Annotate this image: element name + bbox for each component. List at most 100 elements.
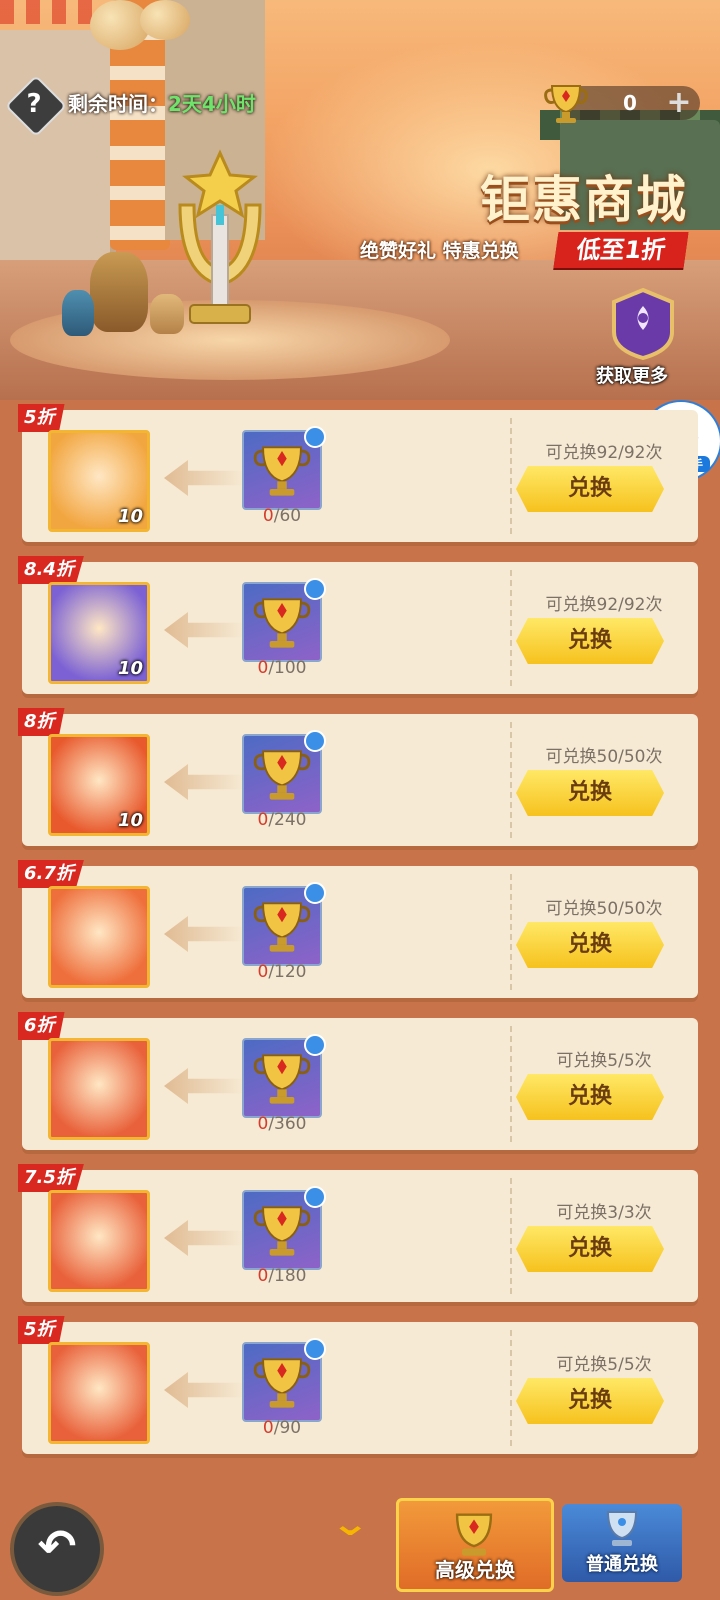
clock-icon bbox=[304, 1034, 326, 1056]
owned-count: 0 bbox=[257, 962, 269, 982]
owned-count: 0 bbox=[262, 506, 274, 526]
divider bbox=[510, 1178, 512, 1294]
get-more-icon[interactable] bbox=[608, 288, 678, 360]
purple-orb-icon[interactable] bbox=[48, 1190, 150, 1292]
required-count: /60 bbox=[273, 506, 302, 526]
crystal-sword-icon[interactable] bbox=[48, 886, 150, 988]
cost-progress: 0/240 bbox=[244, 810, 320, 830]
divider bbox=[510, 570, 512, 686]
trophy-cost-icon[interactable] bbox=[242, 730, 326, 814]
item-quantity: 10 bbox=[117, 658, 143, 679]
exchange-limit: 可兑换50/50次 bbox=[545, 899, 663, 919]
remaining-time: 剩余时间：2天4小时 bbox=[68, 88, 256, 117]
cost-progress: 0/100 bbox=[244, 658, 320, 678]
pink-orb-icon[interactable] bbox=[48, 1038, 150, 1140]
item-quantity: 10 bbox=[117, 506, 143, 527]
discount-tag: 7.5折 bbox=[18, 1164, 84, 1192]
clock-icon bbox=[304, 1338, 326, 1360]
exchange-list: 5折 10 0/60 可兑换92/92次 兑换 8.4折 10 0/100 可兑换92/92次兑… bbox=[18, 404, 698, 1474]
required-count: /240 bbox=[268, 810, 307, 830]
exchange-limit: 可兑换92/92次 bbox=[545, 595, 663, 615]
timer-value: 2天4小时 bbox=[168, 92, 256, 116]
cost-progress: 0/60 bbox=[244, 506, 320, 526]
hologram-box-icon[interactable]: 10 bbox=[48, 734, 150, 836]
list-item: 6.7折 0/120 可兑换50/50次兑换 bbox=[18, 860, 698, 998]
cost-progress: 0/360 bbox=[244, 1114, 320, 1134]
clock-icon bbox=[304, 426, 326, 448]
trophy-cost-icon[interactable] bbox=[242, 426, 326, 510]
clock-icon bbox=[304, 578, 326, 600]
vase bbox=[90, 252, 148, 332]
list-item: 8折 10 0/240 可兑换50/50次 兑换 bbox=[18, 708, 698, 846]
trophy-cost-icon[interactable] bbox=[242, 1338, 326, 1422]
required-count: /100 bbox=[268, 658, 307, 678]
exchange-arrow-icon bbox=[164, 612, 244, 648]
discount-tag: 6.7折 bbox=[18, 860, 84, 888]
clock-icon bbox=[304, 882, 326, 904]
exchange-button[interactable]: 兑换 bbox=[516, 1074, 664, 1120]
discount-tag: 5折 bbox=[18, 1316, 65, 1344]
tab-advanced-label: 高级兑换 bbox=[435, 1558, 515, 1582]
exchange-arrow-icon bbox=[164, 916, 244, 952]
discount-tag: 8折 bbox=[18, 708, 65, 736]
silver-chest-icon[interactable] bbox=[48, 1342, 150, 1444]
owned-count: 0 bbox=[257, 658, 269, 678]
exchange-button[interactable]: 兑换 bbox=[516, 1378, 664, 1424]
tab-advanced-exchange[interactable]: 高级兑换 bbox=[396, 1498, 554, 1592]
owned-count: 0 bbox=[257, 810, 269, 830]
exchange-button[interactable]: 兑换 bbox=[516, 618, 664, 664]
divider bbox=[510, 722, 512, 838]
trophy-cost-icon[interactable] bbox=[242, 578, 326, 662]
clock-icon bbox=[304, 1186, 326, 1208]
divider bbox=[510, 1330, 512, 1446]
trophy-cup-icon bbox=[544, 85, 588, 123]
treasure-chest-icon[interactable]: 10 bbox=[48, 430, 150, 532]
required-count: /120 bbox=[268, 962, 307, 982]
silver-trophy-icon bbox=[606, 1511, 638, 1546]
clock-icon bbox=[304, 730, 326, 752]
scale-trophy-icon bbox=[178, 149, 262, 324]
back-button[interactable]: ↶ bbox=[10, 1502, 104, 1596]
exchange-limit: 可兑换92/92次 bbox=[545, 443, 663, 463]
tab-normal-exchange[interactable]: 普通兑换 bbox=[562, 1504, 682, 1582]
divider bbox=[510, 418, 512, 534]
cost-progress: 0/180 bbox=[244, 1266, 320, 1286]
back-arrow-icon: ↶ bbox=[37, 1519, 77, 1573]
exchange-button[interactable]: 兑换 bbox=[516, 770, 664, 816]
cost-progress: 0/90 bbox=[244, 1418, 320, 1438]
list-item: 5折 10 0/60 可兑换92/92次兑换 bbox=[18, 404, 698, 542]
required-count: /360 bbox=[268, 1114, 307, 1134]
tab-normal-label: 普通兑换 bbox=[586, 1554, 658, 1575]
item-quantity: 10 bbox=[117, 810, 143, 831]
exchange-limit: 可兑换5/5次 bbox=[556, 1051, 652, 1071]
currency-count: 0 bbox=[623, 91, 637, 115]
owned-count: 0 bbox=[262, 1418, 274, 1438]
timer-label: 剩余时间： bbox=[68, 92, 168, 116]
get-more-label[interactable]: 获取更多 bbox=[596, 362, 668, 388]
add-currency-button[interactable]: + bbox=[666, 88, 692, 118]
list-item: 5折 0/90 可兑换5/5次 兑换 bbox=[18, 1316, 698, 1454]
trophy-cost-icon[interactable] bbox=[242, 882, 326, 966]
exchange-arrow-icon bbox=[164, 460, 244, 496]
building bbox=[0, 30, 116, 260]
owned-count: 0 bbox=[257, 1266, 269, 1286]
shop-subtitle: 绝赞好礼 特惠兑换 bbox=[360, 240, 519, 262]
vase bbox=[62, 290, 94, 336]
trophy-cost-icon[interactable] bbox=[242, 1034, 326, 1118]
hero-fragment-icon[interactable]: 10 bbox=[48, 582, 150, 684]
chevron-down-icon: ⌄ bbox=[330, 1504, 371, 1544]
exchange-button[interactable]: 兑换 bbox=[516, 922, 664, 968]
divider bbox=[510, 874, 512, 990]
exchange-arrow-icon bbox=[164, 1220, 244, 1256]
discount-tag: 5折 bbox=[18, 404, 65, 432]
help-icon[interactable]: ? bbox=[14, 84, 54, 124]
owned-count: 0 bbox=[257, 1114, 269, 1134]
exchange-button[interactable]: 兑换 bbox=[516, 1226, 664, 1272]
list-item: 6折 0/360 可兑换5/5次 兑换 bbox=[18, 1012, 698, 1150]
exchange-button[interactable]: 兑换 bbox=[516, 466, 664, 512]
cost-progress: 0/120 bbox=[244, 962, 320, 982]
exchange-limit: 可兑换3/3次 bbox=[556, 1203, 652, 1223]
required-count: /180 bbox=[268, 1266, 307, 1286]
trophy-cost-icon[interactable] bbox=[242, 1186, 326, 1270]
shop-title: 钜惠商城 bbox=[480, 171, 688, 229]
